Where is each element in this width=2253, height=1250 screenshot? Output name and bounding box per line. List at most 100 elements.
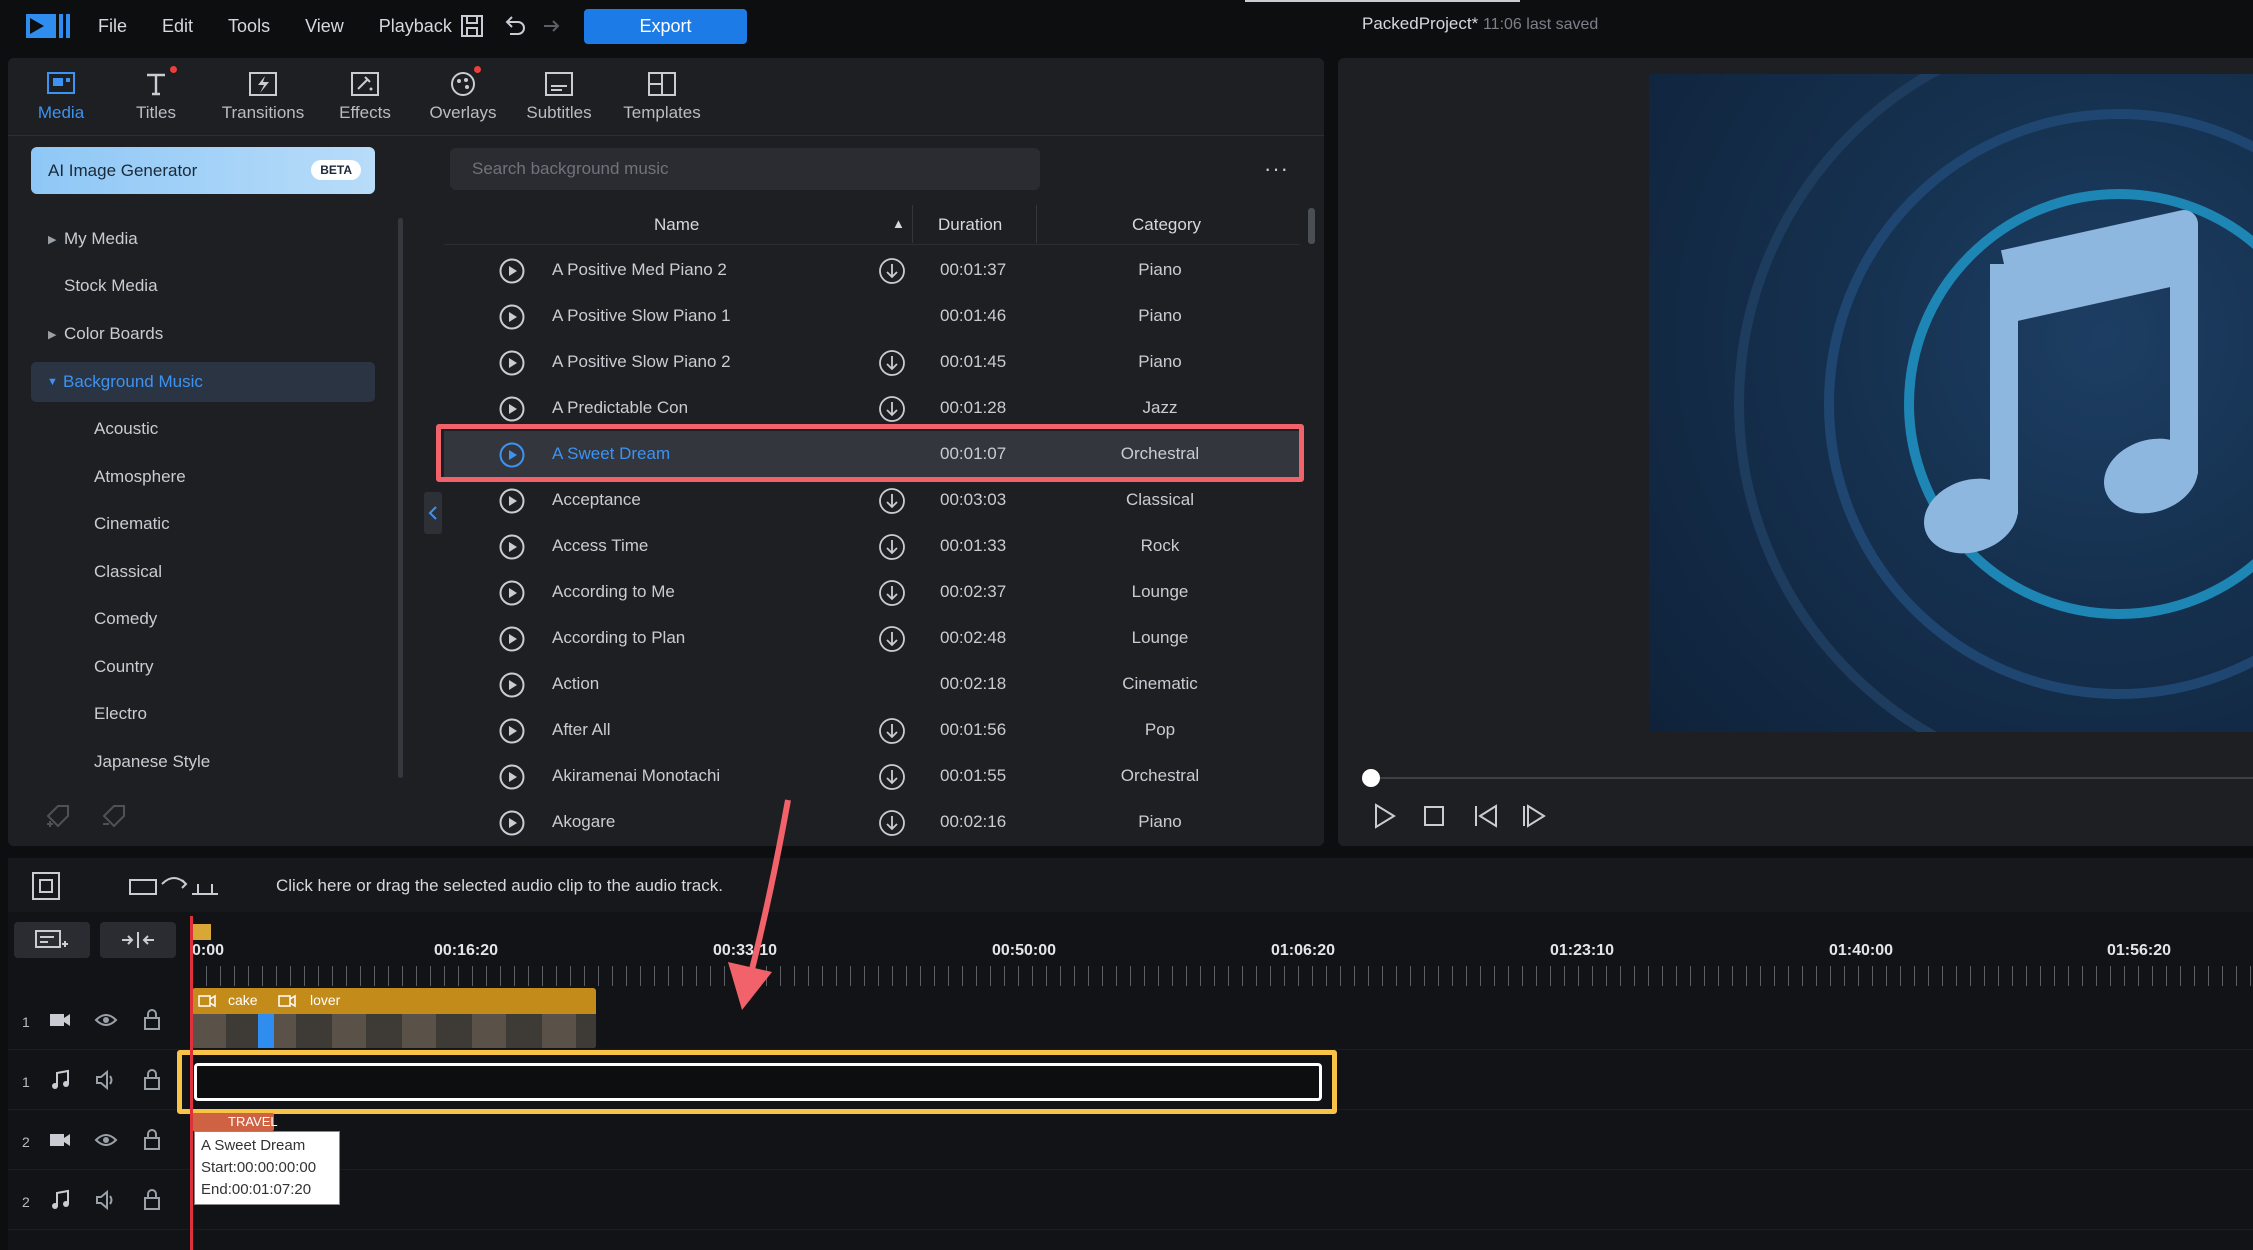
download-icon[interactable] — [878, 487, 906, 515]
download-icon[interactable] — [878, 717, 906, 745]
play-preview-icon[interactable] — [499, 580, 525, 606]
scrubber-handle[interactable] — [1362, 769, 1380, 787]
table-row[interactable]: A Positive Slow Piano 2 00:01:45 Piano — [444, 339, 1300, 385]
tab-overlays[interactable]: Overlays — [418, 58, 508, 136]
download-icon[interactable] — [878, 625, 906, 653]
insert-to-track-icon[interactable] — [128, 870, 224, 902]
sort-ascending-icon[interactable]: ▲ — [892, 216, 905, 231]
eye-icon[interactable] — [94, 1008, 118, 1032]
search-field[interactable] — [450, 148, 1040, 190]
play-preview-icon[interactable] — [499, 672, 525, 698]
ai-image-generator-button[interactable]: AI Image Generator BETA — [31, 147, 375, 194]
lock-icon[interactable] — [140, 1128, 164, 1152]
menu-view[interactable]: View — [305, 16, 344, 37]
collapse-sidebar-button[interactable] — [424, 492, 442, 534]
sidebar-item-label: Color Boards — [64, 324, 164, 343]
remove-tag-icon[interactable] — [100, 800, 130, 830]
sidebar-item-atmosphere[interactable]: Atmosphere — [94, 457, 186, 497]
download-icon[interactable] — [878, 763, 906, 791]
sidebar-item-acoustic[interactable]: Acoustic — [94, 409, 158, 449]
tab-subtitles[interactable]: Subtitles — [514, 58, 604, 136]
eye-icon[interactable] — [94, 1128, 118, 1152]
download-icon[interactable] — [878, 257, 906, 285]
transition-marker[interactable] — [258, 1014, 274, 1048]
title-clip[interactable]: TRAVEL — [192, 1113, 278, 1131]
download-icon[interactable] — [878, 579, 906, 607]
column-name[interactable]: Name — [654, 215, 699, 235]
tab-effects[interactable]: Effects — [320, 58, 410, 136]
sidebar-item-classical[interactable]: Classical — [94, 552, 162, 592]
music-list-scrollbar[interactable] — [1308, 208, 1315, 244]
play-preview-icon[interactable] — [499, 718, 525, 744]
playhead[interactable] — [190, 916, 193, 1250]
add-tag-icon[interactable] — [44, 800, 74, 830]
search-input[interactable] — [450, 148, 1040, 190]
table-row[interactable]: Akogare 00:02:16 Piano — [444, 799, 1300, 845]
preview-scrubber[interactable] — [1370, 777, 2253, 779]
timeline-ruler[interactable] — [192, 966, 2253, 986]
speaker-icon[interactable] — [94, 1188, 118, 1212]
download-icon[interactable] — [878, 809, 906, 837]
redo-icon[interactable] — [538, 12, 566, 40]
track-manager-button[interactable] — [14, 922, 90, 958]
undo-icon[interactable] — [500, 12, 528, 40]
column-duration[interactable]: Duration — [938, 215, 1002, 235]
sidebar-item-comedy[interactable]: Comedy — [94, 599, 157, 639]
play-icon[interactable] — [1370, 802, 1398, 830]
table-row[interactable]: Action 00:02:18 Cinematic — [444, 661, 1300, 707]
export-button[interactable]: Export — [584, 9, 747, 44]
play-preview-icon[interactable] — [499, 350, 525, 376]
table-row[interactable]: According to Plan 00:02:48 Lounge — [444, 615, 1300, 661]
next-frame-icon[interactable] — [1518, 802, 1548, 830]
table-row[interactable]: Acceptance 00:03:03 Classical — [444, 477, 1300, 523]
menu-playback[interactable]: Playback — [379, 16, 452, 37]
sidebar-item-my-media[interactable]: ▶ My Media — [48, 219, 138, 259]
download-icon[interactable] — [878, 395, 906, 423]
sidebar-item-color-boards[interactable]: ▶ Color Boards — [48, 314, 163, 354]
more-options-button[interactable]: ··· — [1264, 156, 1289, 182]
sidebar-item-cinematic[interactable]: Cinematic — [94, 504, 170, 544]
play-preview-icon[interactable] — [499, 258, 525, 284]
play-preview-icon[interactable] — [499, 626, 525, 652]
sidebar-item-stock-media[interactable]: Stock Media — [48, 266, 158, 306]
tab-transitions[interactable]: Transitions — [208, 58, 318, 136]
play-preview-icon[interactable] — [499, 810, 525, 836]
sidebar-item-japanese-style[interactable]: Japanese Style — [94, 742, 210, 782]
timeline-hint[interactable]: Click here or drag the selected audio cl… — [276, 876, 723, 896]
table-row[interactable]: A Positive Med Piano 2 00:01:37 Piano — [444, 247, 1300, 293]
menu-file[interactable]: File — [98, 16, 127, 37]
play-preview-icon[interactable] — [499, 304, 525, 330]
save-icon[interactable] — [458, 12, 486, 40]
play-preview-icon[interactable] — [499, 488, 525, 514]
playhead-handle[interactable] — [193, 924, 211, 940]
table-row[interactable]: Access Time 00:01:33 Rock — [444, 523, 1300, 569]
table-row[interactable]: A Positive Slow Piano 1 00:01:46 Piano — [444, 293, 1300, 339]
play-preview-icon[interactable] — [499, 764, 525, 790]
speaker-icon[interactable] — [94, 1068, 118, 1092]
download-icon[interactable] — [878, 349, 906, 377]
column-category[interactable]: Category — [1132, 215, 1201, 235]
menu-edit[interactable]: Edit — [162, 16, 193, 37]
play-preview-icon[interactable] — [499, 396, 525, 422]
tab-titles[interactable]: Titles — [116, 58, 196, 136]
video-clip[interactable]: cake lover — [192, 988, 596, 1048]
table-row[interactable]: After All 00:01:56 Pop — [444, 707, 1300, 753]
tab-media[interactable]: Media — [16, 58, 106, 136]
previous-frame-icon[interactable] — [1470, 802, 1500, 830]
lock-icon[interactable] — [140, 1068, 164, 1092]
sidebar-item-background-music[interactable]: ▼ Background Music — [31, 362, 375, 402]
sidebar-item-electro[interactable]: Electro — [94, 694, 147, 734]
sidebar-item-country[interactable]: Country — [94, 647, 154, 687]
timeline-view-icon[interactable] — [30, 870, 62, 902]
tab-templates[interactable]: Templates — [612, 58, 712, 136]
play-preview-icon[interactable] — [499, 534, 525, 560]
menu-tools[interactable]: Tools — [228, 16, 270, 37]
table-row[interactable]: Akiramenai Monotachi 00:01:55 Orchestral — [444, 753, 1300, 799]
fit-timeline-button[interactable] — [100, 922, 176, 958]
sidebar-scrollbar[interactable] — [398, 218, 403, 778]
lock-icon[interactable] — [140, 1188, 164, 1212]
lock-icon[interactable] — [140, 1008, 164, 1032]
download-icon[interactable] — [878, 533, 906, 561]
stop-icon[interactable] — [1420, 802, 1448, 830]
table-row[interactable]: According to Me 00:02:37 Lounge — [444, 569, 1300, 615]
